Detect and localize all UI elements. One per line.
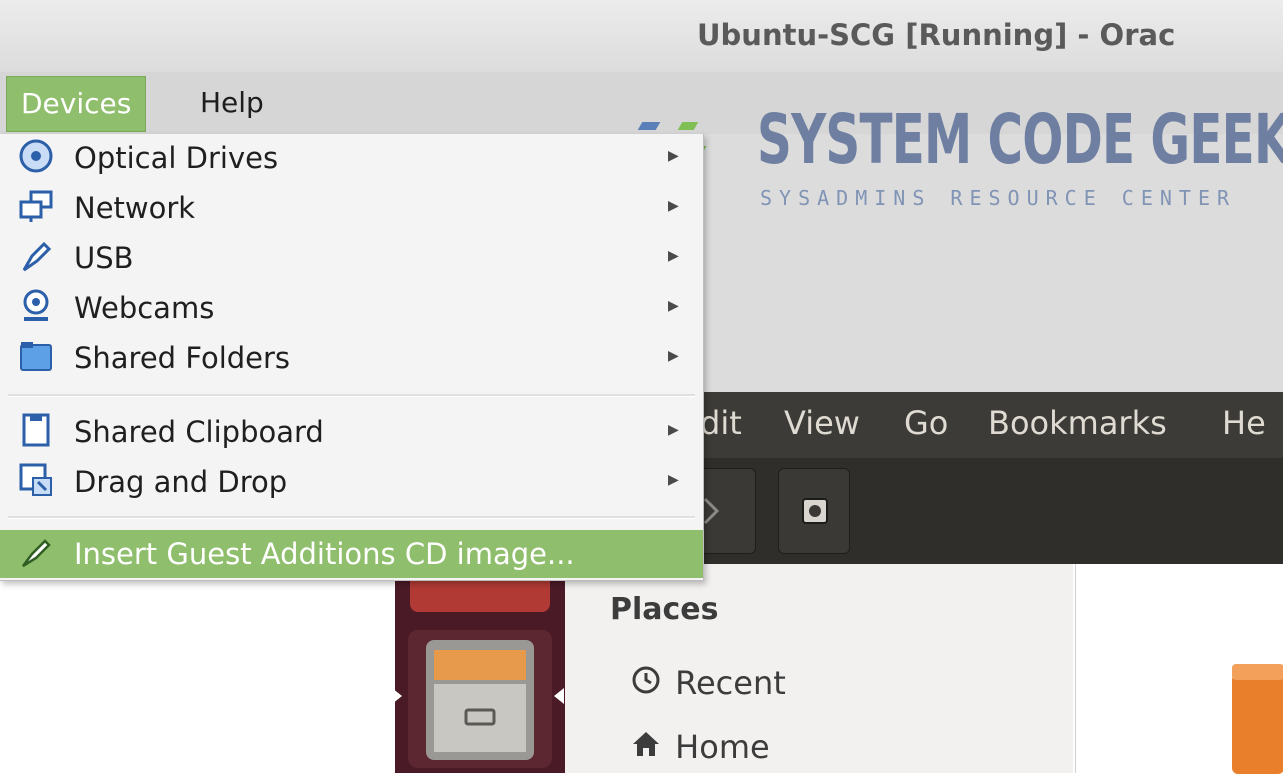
menu-devices[interactable]: Devices <box>6 76 147 132</box>
menu-item-optical-drives[interactable]: Optical Drives ▶ <box>0 134 703 182</box>
menu-item-insert-guest-additions[interactable]: Insert Guest Additions CD image... <box>0 530 703 578</box>
disk-icon <box>802 498 828 524</box>
places-heading: Places <box>610 592 719 627</box>
file-content-area <box>1075 564 1283 774</box>
menu-item-label: Drag and Drop <box>74 465 288 499</box>
menu-item-label: Webcams <box>74 291 215 325</box>
nautilus-menu-help[interactable]: He <box>1222 404 1266 442</box>
menu-item-shared-clipboard[interactable]: Shared Clipboard ▶ <box>0 408 703 456</box>
submenu-arrow-icon: ▶ <box>668 298 679 314</box>
webcam-icon <box>16 288 56 328</box>
drag-drop-icon <box>16 462 56 502</box>
menu-item-network[interactable]: Network ▶ <box>0 184 703 232</box>
menu-item-label: USB <box>74 241 134 275</box>
menu-item-drag-and-drop[interactable]: Drag and Drop ▶ <box>0 458 703 506</box>
menu-separator <box>8 394 695 397</box>
submenu-arrow-icon: ▶ <box>668 472 679 488</box>
logo-name: SYSTEM CODE GEEKS <box>757 100 1283 180</box>
submenu-arrow-icon: ▶ <box>668 148 679 164</box>
launcher-indicator-right <box>554 688 564 704</box>
submenu-arrow-icon: ▶ <box>668 248 679 264</box>
home-icon <box>631 730 665 766</box>
menu-item-label: Shared Folders <box>74 341 291 375</box>
menu-item-webcams[interactable]: Webcams ▶ <box>0 284 703 332</box>
nautilus-menu-bookmarks[interactable]: Bookmarks <box>988 404 1167 442</box>
folder-icon[interactable] <box>1232 664 1283 774</box>
places-item-recent[interactable]: Recent <box>631 664 786 702</box>
places-item-label: Recent <box>675 664 786 702</box>
menu-help[interactable]: Help <box>186 76 278 130</box>
launcher-indicator-left <box>392 688 402 704</box>
menu-separator <box>8 516 695 519</box>
submenu-arrow-icon: ▶ <box>668 198 679 214</box>
clock-icon <box>631 664 665 702</box>
window-titlebar: Ubuntu-SCG [Running] - Orac <box>0 0 1283 72</box>
file-cabinet-icon <box>426 640 534 760</box>
menu-item-label: Insert Guest Additions CD image... <box>74 537 575 571</box>
places-item-label: Home <box>675 728 770 766</box>
menu-item-label: Network <box>74 191 196 225</box>
nautilus-menu-go[interactable]: Go <box>904 404 948 442</box>
menu-item-label: Shared Clipboard <box>74 415 324 449</box>
usb-icon <box>16 238 56 278</box>
menu-item-label: Optical Drives <box>74 141 279 175</box>
menu-item-shared-folders[interactable]: Shared Folders ▶ <box>0 334 703 382</box>
places-item-home[interactable]: Home <box>631 728 770 766</box>
clipboard-icon <box>16 412 56 452</box>
menu-item-usb[interactable]: USB ▶ <box>0 234 703 282</box>
cd-insert-icon <box>16 534 56 574</box>
network-icon <box>16 188 56 228</box>
nautilus-menu-view[interactable]: View <box>784 404 860 442</box>
places-sidebar: Places Recent Home <box>565 564 1073 773</box>
devices-menu: Optical Drives ▶ Network ▶ USB ▶ Webcams… <box>0 134 704 581</box>
logo-tagline: SYSADMINS RESOURCE CENTER <box>760 186 1237 210</box>
optical-disc-icon <box>16 138 56 178</box>
nautilus-menu-edit[interactable]: dit <box>700 404 742 442</box>
logo: SYSTEM CODE GEEKS SYSADMINS RESOURCE CEN… <box>605 100 1283 230</box>
submenu-arrow-icon: ▶ <box>668 348 679 364</box>
submenu-arrow-icon: ▶ <box>668 422 679 438</box>
launcher-files-icon[interactable] <box>408 630 552 768</box>
location-toggle-button[interactable] <box>778 468 850 554</box>
window-title: Ubuntu-SCG [Running] - Orac <box>697 18 1176 52</box>
folder-icon <box>16 338 56 378</box>
